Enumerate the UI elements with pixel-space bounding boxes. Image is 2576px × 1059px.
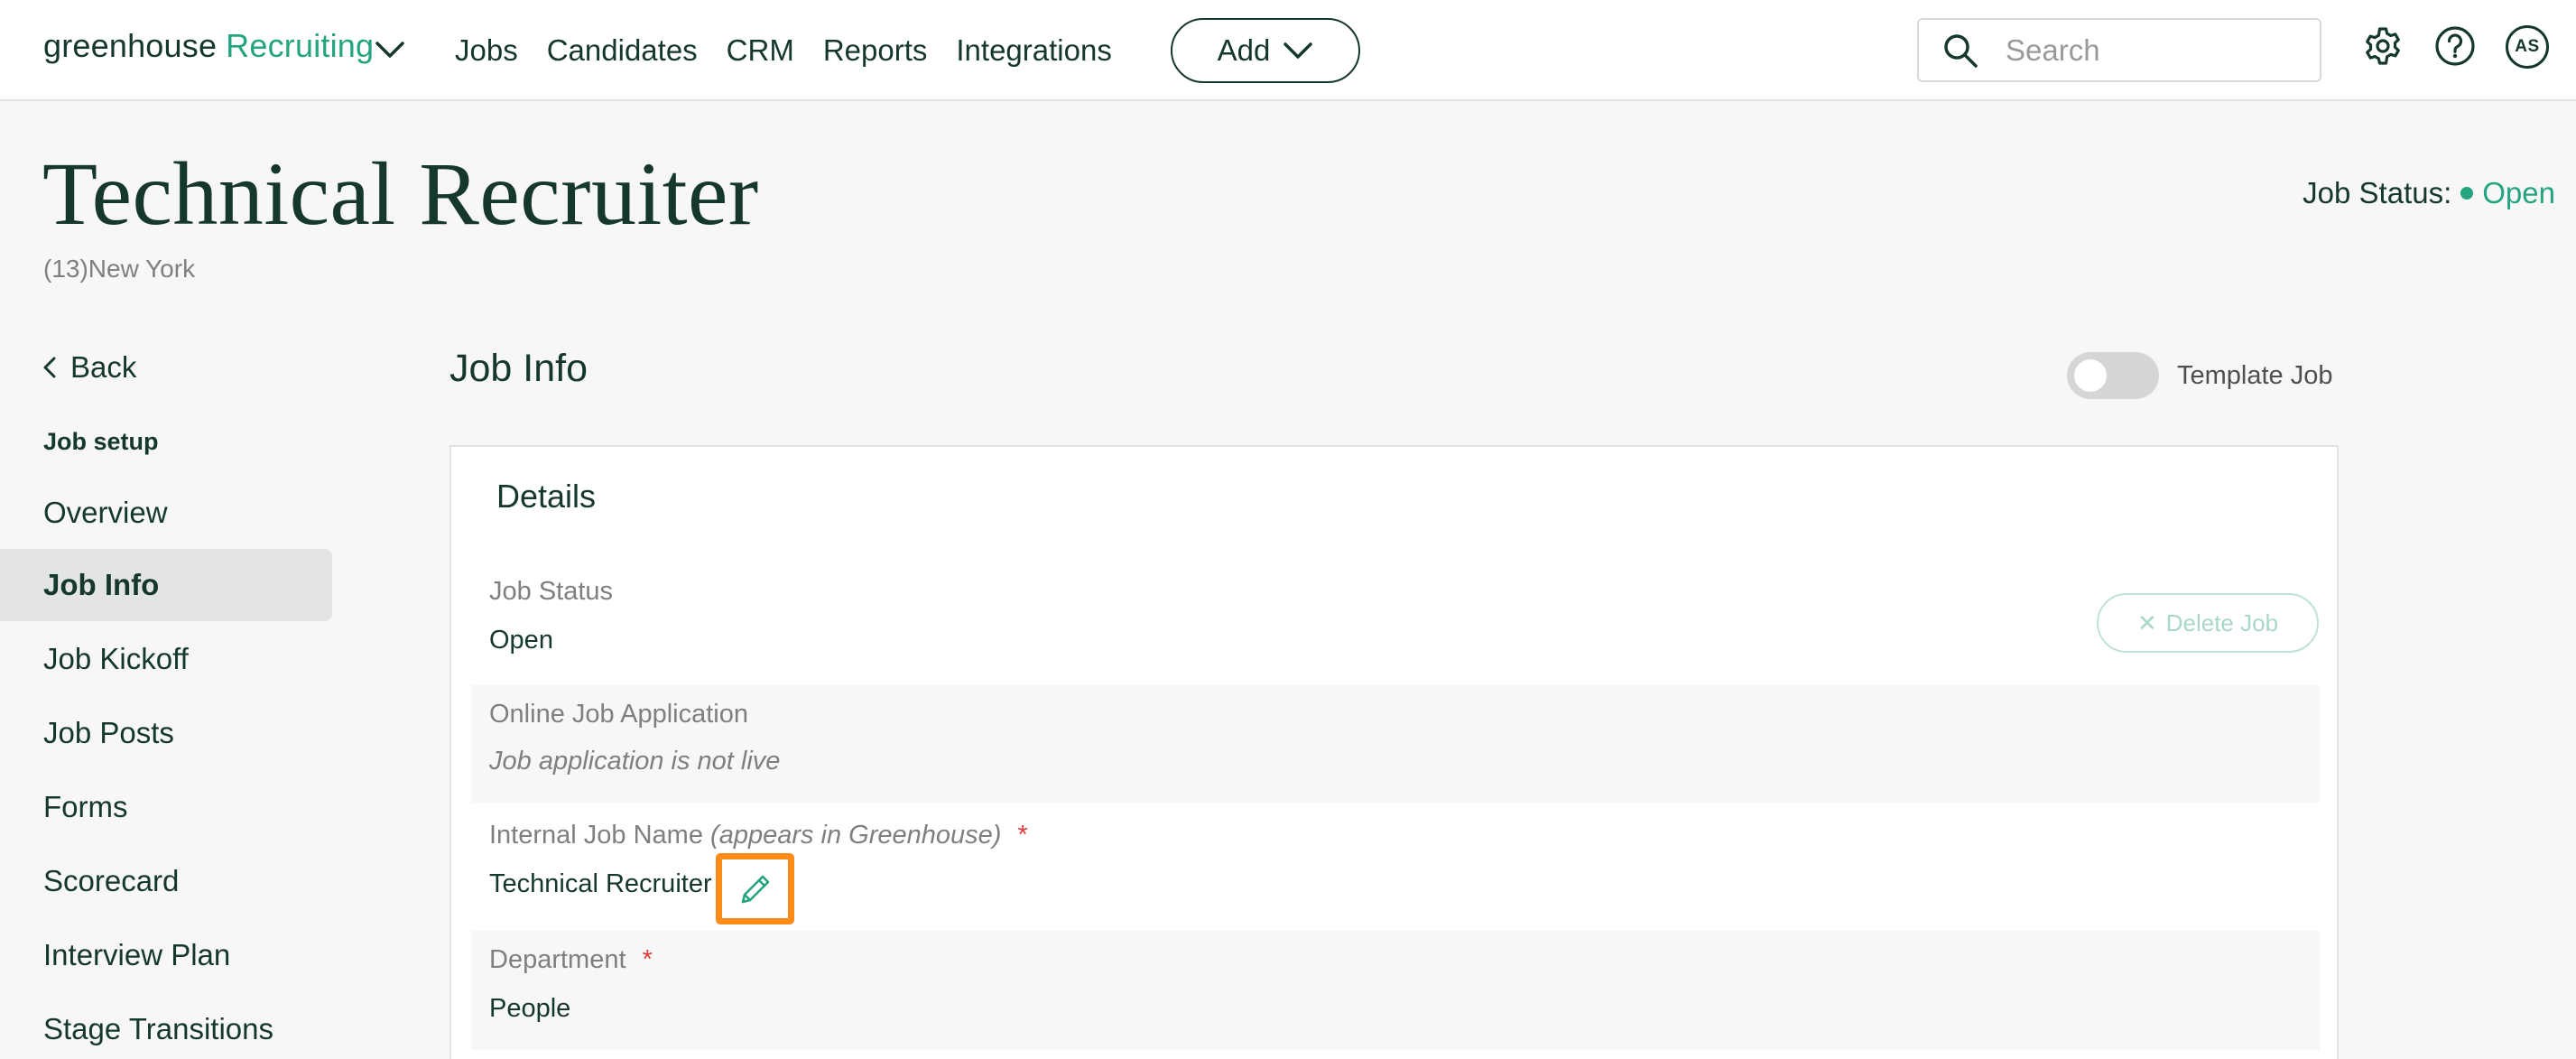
sidebar-item-stage-transitions[interactable]: Stage Transitions <box>0 993 332 1059</box>
delete-job-label: Delete Job <box>2165 608 2279 636</box>
sidebar-item-job-posts[interactable]: Job Posts <box>0 697 332 769</box>
field-label-note: (appears in Greenhouse) <box>710 821 1002 850</box>
field-label-text: Department <box>489 945 626 974</box>
details-card: Details Job Status Open ✕ Delete Job Onl… <box>449 445 2339 1059</box>
job-status-label: Job Status: <box>2303 176 2452 209</box>
pencil-icon <box>741 875 769 903</box>
logo-primary-text: greenhouse <box>43 27 218 64</box>
nav-link-integrations[interactable]: Integrations <box>956 33 1111 69</box>
gear-icon[interactable] <box>2362 25 2404 67</box>
template-job-toggle[interactable] <box>2067 352 2159 399</box>
sidebar-section-label: Job setup <box>43 428 159 455</box>
back-link[interactable]: Back <box>42 350 136 385</box>
department-field: Department * People <box>471 931 2320 1050</box>
back-link-label: Back <box>70 350 137 384</box>
nav-link-jobs[interactable]: Jobs <box>455 33 518 69</box>
edit-job-name-button[interactable] <box>716 853 794 924</box>
field-label: Internal Job Name (appears in Greenhouse… <box>489 821 1028 850</box>
field-value: Open <box>489 626 553 655</box>
add-button[interactable]: Add <box>1171 18 1360 83</box>
job-status-indicator: Job Status: Open <box>2303 176 2555 210</box>
field-label: Online Job Application <box>489 700 748 729</box>
required-mark: * <box>642 945 653 974</box>
delete-job-button[interactable]: ✕ Delete Job <box>2097 593 2319 653</box>
sidebar-item-interview-plan[interactable]: Interview Plan <box>0 919 332 991</box>
greenhouse-logo[interactable]: greenhouse Recruiting <box>43 27 374 78</box>
search-icon <box>1944 33 1978 68</box>
field-value: Job application is not live <box>489 747 781 776</box>
top-navigation: greenhouse Recruiting Jobs Candidates CR… <box>0 0 2576 101</box>
field-value: People <box>489 994 571 1023</box>
nav-link-candidates[interactable]: Candidates <box>547 33 698 69</box>
sidebar-item-job-kickoff[interactable]: Job Kickoff <box>0 623 332 695</box>
sidebar-item-forms[interactable]: Forms <box>0 771 332 843</box>
section-title: Job Info <box>449 347 588 390</box>
close-icon: ✕ <box>2136 608 2157 636</box>
page-title: Technical Recruiter <box>42 144 759 244</box>
template-job-label: Template Job <box>2177 361 2333 390</box>
search-input[interactable] <box>2006 33 2303 68</box>
nav-link-reports[interactable]: Reports <box>823 33 928 69</box>
logo-secondary-text: Recruiting <box>226 27 375 64</box>
chevron-down-icon[interactable] <box>374 36 406 63</box>
avatar[interactable]: AS <box>2506 25 2549 69</box>
nav-link-crm[interactable]: CRM <box>727 33 794 69</box>
job-status-value: Open <box>2482 176 2555 209</box>
online-application-field: Online Job Application Job application i… <box>471 685 2320 803</box>
field-label: Department * <box>489 945 653 975</box>
sidebar-item-job-info[interactable]: Job Info <box>0 549 332 621</box>
required-mark: * <box>1017 821 1028 850</box>
chevron-left-icon <box>43 357 56 378</box>
job-status-field: Job Status Open <box>471 564 2320 680</box>
field-label: Job Status <box>489 577 614 606</box>
sidebar-item-scorecard[interactable]: Scorecard <box>0 845 332 917</box>
chevron-down-icon <box>1283 42 1313 59</box>
search-box[interactable] <box>1917 18 2321 82</box>
field-label-text: Internal Job Name <box>489 821 703 850</box>
main-nav-links: Jobs Candidates CRM Reports Integrations <box>455 33 1112 69</box>
card-title: Details <box>496 478 597 515</box>
field-value: Technical Recruiter <box>489 869 712 898</box>
job-location-subtitle: (13)New York <box>43 255 196 283</box>
sidebar-item-overview[interactable]: Overview <box>0 477 332 549</box>
toggle-knob <box>2074 359 2107 392</box>
add-button-label: Add <box>1217 33 1271 67</box>
help-icon[interactable] <box>2434 25 2476 67</box>
status-dot-icon <box>2460 187 2474 200</box>
